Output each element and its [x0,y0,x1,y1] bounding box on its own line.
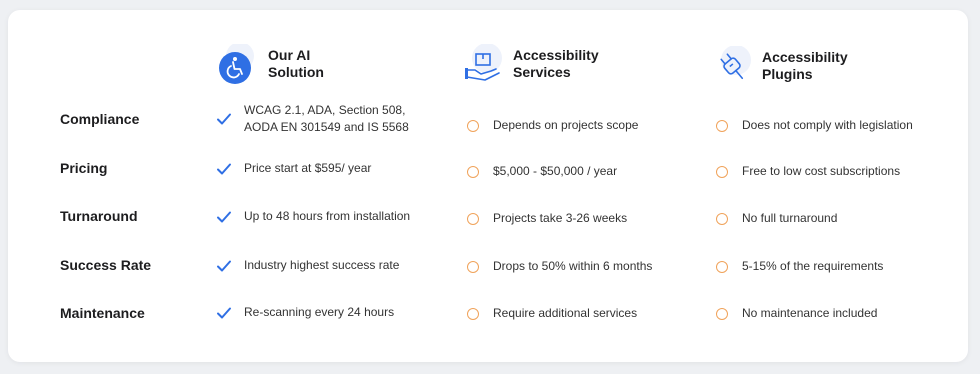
circle-icon [467,165,479,178]
checkmark-icon [217,163,231,174]
row-label-pricing: Pricing [60,160,108,176]
column-header-ai-solution: Our AI Solution [218,42,324,84]
cell-ai-success-rate: Industry highest success rate [216,257,399,274]
cell-plugins-success-rate: 5-15% of the requirements [716,258,883,275]
cell-text: Require additional services [493,306,638,320]
comparison-card: Our AI Solution Accessibility Services A… [8,10,968,362]
row-label-turnaround: Turnaround [60,208,138,224]
cell-ai-maintenance: Re-scanning every 24 hours [216,304,394,321]
checkmark-icon [217,211,231,222]
circle-icon [716,165,728,178]
hand-holding-box-icon [463,43,503,84]
cell-text: Projects take 3-26 weeks [493,211,628,225]
checkmark-icon [217,113,231,125]
cell-ai-pricing: Price start at $595/ year [216,160,371,177]
circle-icon [716,119,728,132]
cell-text: $5,000 - $50,000 / year [493,164,618,178]
cell-text: Drops to 50% within 6 months [493,259,653,273]
cell-plugins-turnaround: No full turnaround [716,210,837,227]
cell-services-maintenance: Require additional services [467,305,637,322]
cell-text: 5-15% of the requirements [742,259,884,273]
cell-text: Industry highest success rate [244,258,400,272]
circle-icon [467,119,479,132]
plug-icon [712,45,752,86]
cell-services-success-rate: Drops to 50% within 6 months [467,258,652,275]
column-title: Accessibility Services [513,47,599,80]
column-title: Accessibility Plugins [762,49,848,82]
column-header-accessibility-services: Accessibility Services [463,43,599,84]
cell-text: Free to low cost subscriptions [742,164,901,178]
cell-services-turnaround: Projects take 3-26 weeks [467,210,627,227]
checkmark-icon [217,260,231,271]
cell-text: Price start at $595/ year [244,161,372,175]
cell-ai-compliance: WCAG 2.1, ADA, Section 508, AODA EN 3015… [216,102,409,136]
cell-text: Re-scanning every 24 hours [244,305,395,319]
circle-icon [467,307,479,320]
cell-services-pricing: $5,000 - $50,000 / year [467,163,617,180]
circle-icon [716,212,728,225]
cell-text: WCAG 2.1, ADA, Section 508, AODA EN 3015… [244,103,409,134]
row-label-success-rate: Success Rate [60,257,152,273]
column-title: Our AI Solution [268,47,324,80]
cell-ai-turnaround: Up to 48 hours from installation [216,208,410,225]
circle-icon [467,260,479,273]
row-label-maintenance: Maintenance [60,305,145,321]
circle-icon [716,260,728,273]
cell-plugins-maintenance: No maintenance included [716,305,877,322]
row-label-compliance: Compliance [60,111,140,127]
circle-icon [467,212,479,225]
cell-plugins-pricing: Free to low cost subscriptions [716,163,900,180]
cell-text: No maintenance included [742,306,878,320]
cell-text: Does not comply with legislation [742,118,913,132]
cell-text: No full turnaround [742,211,838,225]
column-header-accessibility-plugins: Accessibility Plugins [712,45,848,86]
circle-icon [716,307,728,320]
cell-services-compliance: Depends on projects scope [467,117,638,134]
checkmark-icon [217,307,231,318]
cell-text: Depends on projects scope [493,118,639,132]
cell-text: Up to 48 hours from installation [244,209,411,223]
cell-plugins-compliance: Does not comply with legislation [716,117,913,134]
wheelchair-accessibility-icon [218,42,258,84]
